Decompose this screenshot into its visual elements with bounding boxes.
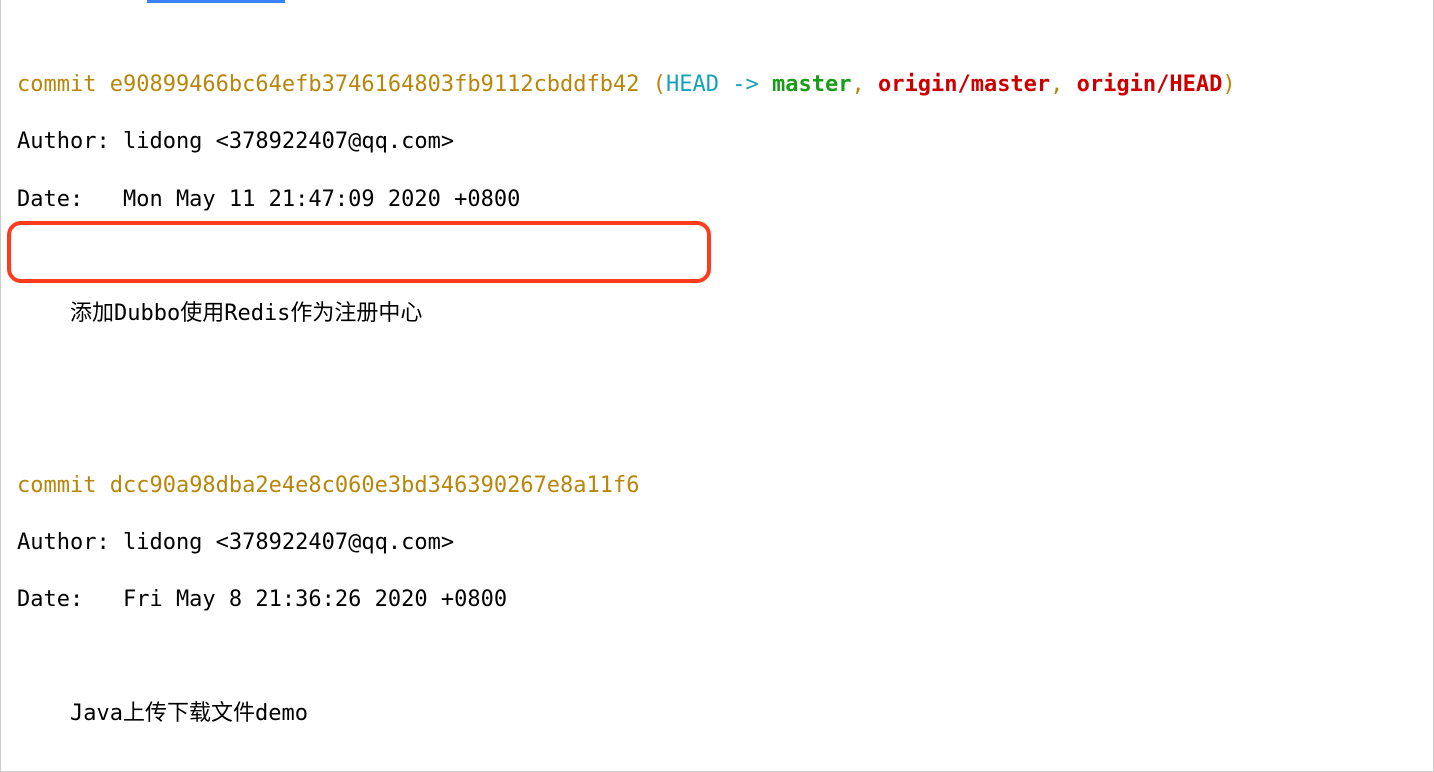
ref-separator: , (851, 72, 878, 97)
commit-message: 添加Dubbo使用Redis作为注册中心 (17, 300, 1419, 329)
active-tab-indicator (147, 0, 285, 3)
commit-block: commit e90899466bc64efb3746164803fb9112c… (17, 43, 1419, 415)
branch-ref: master (772, 72, 851, 97)
tab-strip (1, 0, 1433, 4)
ref-separator: , (1050, 72, 1077, 97)
git-log-output[interactable]: commit e90899466bc64efb3746164803fb9112c… (1, 4, 1433, 772)
commit-hash: dcc90a98dba2e4e8c060e3bd346390267e8a11f6 (110, 473, 640, 498)
commit-block: commit dcc90a98dba2e4e8c060e3bd346390267… (17, 443, 1419, 772)
head-ref: HEAD (666, 72, 719, 97)
ref-open-paren: ( (653, 72, 666, 97)
date-line: Date: Mon May 11 21:47:09 2020 +0800 (17, 186, 1419, 215)
commit-message: Java上传下载文件demo (17, 700, 1419, 729)
commit-hash: e90899466bc64efb3746164803fb9112cbddfb42 (110, 72, 640, 97)
ref-arrow: -> (719, 72, 772, 97)
ref-close-paren: ) (1222, 72, 1235, 97)
blank-line (17, 643, 1419, 672)
blank-line (17, 357, 1419, 386)
commit-keyword: commit (17, 473, 110, 498)
blank-line (17, 757, 1419, 772)
author-line: Author: lidong <378922407@qq.com> (17, 128, 1419, 157)
remote-ref: origin/HEAD (1077, 72, 1223, 97)
remote-ref: origin/master (878, 72, 1050, 97)
date-line: Date: Fri May 8 21:36:26 2020 +0800 (17, 586, 1419, 615)
commit-line: commit e90899466bc64efb3746164803fb9112c… (17, 71, 1419, 100)
blank-line (17, 243, 1419, 272)
author-line: Author: lidong <378922407@qq.com> (17, 529, 1419, 558)
commit-keyword: commit (17, 72, 110, 97)
commit-line: commit dcc90a98dba2e4e8c060e3bd346390267… (17, 472, 1419, 501)
